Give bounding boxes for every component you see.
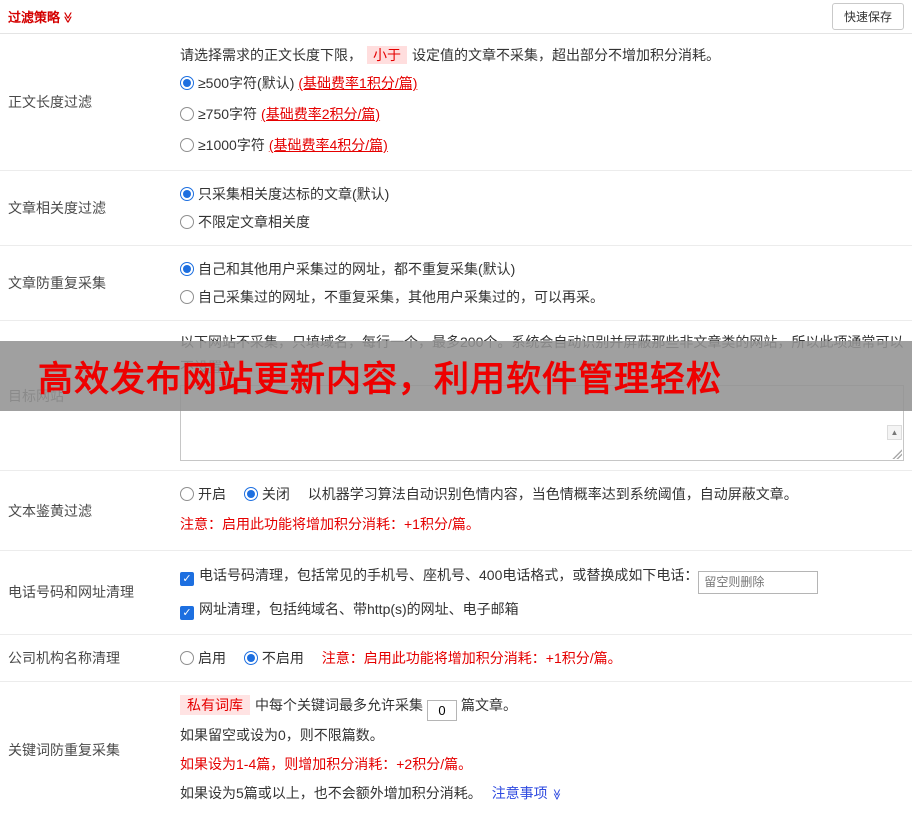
radio-label: 启用 <box>198 650 226 666</box>
notes-link[interactable]: 注意事项≫ <box>492 785 562 801</box>
length-description: 请选择需求的正文长度下限， 小于设定值的文章不采集，超出部分不增加积分消耗。 <box>180 43 904 68</box>
radio-label: 不启用 <box>262 650 304 666</box>
ad-overlay-text: 高效发布网站更新内容，利用软件管理轻松 <box>38 351 722 402</box>
scrollbar-up-icon[interactable]: ▲ <box>887 425 902 440</box>
porn-cost-note: 注意：启用此功能将增加积分消耗：+1积分/篇。 <box>180 508 904 541</box>
row-label-company: 公司机构名称清理 <box>0 635 178 681</box>
ad-overlay-banner: 高效发布网站更新内容，利用软件管理轻松 <box>0 341 912 411</box>
radio-option-porn-off[interactable]: 关闭 <box>244 486 290 502</box>
row-content-phone: 电话号码清理，包括常见的手机号、座机号、400电话格式，或替换成如下电话： 网址… <box>178 551 912 634</box>
keyword-line-3: 如果设为1-4篇，则增加积分消耗：+2积分/篇。 <box>180 750 904 779</box>
rate-note: (基础费率1积分/篇) <box>298 75 417 91</box>
radio-icon[interactable] <box>180 76 194 90</box>
quick-save-button[interactable]: 快速保存 <box>832 3 904 30</box>
row-length-filter: 正文长度过滤 请选择需求的正文长度下限， 小于设定值的文章不采集，超出部分不增加积… <box>0 34 912 171</box>
row-content-length: 请选择需求的正文长度下限， 小于设定值的文章不采集，超出部分不增加积分消耗。 ≥5… <box>178 34 912 170</box>
private-lexicon-tag[interactable]: 私有词库 <box>180 695 250 715</box>
row-relevance-filter: 文章相关度过滤 只采集相关度达标的文章(默认) 不限定文章相关度 <box>0 171 912 246</box>
radio-label: ≥750字符 <box>198 106 257 122</box>
row-content-keyword: 私有词库中每个关键词最多允许采集 篇文章。 如果留空或设为0，则不限篇数。 如果设… <box>178 682 912 818</box>
row-company-clean: 公司机构名称清理 启用 不启用 注意：启用此功能将增加积分消耗：+1积分/篇。 <box>0 635 912 682</box>
radio-icon[interactable] <box>180 651 194 665</box>
row-dedup-filter: 文章防重复采集 自己和其他用户采集过的网址，都不重复采集(默认) 自己采集过的网… <box>0 246 912 321</box>
radio-option-company-on[interactable]: 启用 <box>180 650 226 666</box>
radio-option-dedup-all[interactable]: 自己和其他用户采集过的网址，都不重复采集(默认) <box>180 255 904 283</box>
radio-option-company-off[interactable]: 不启用 <box>244 650 304 666</box>
row-phone-url-clean: 电话号码和网址清理 电话号码清理，包括常见的手机号、座机号、400电话格式，或替… <box>0 551 912 635</box>
notes-link-text: 注意事项 <box>492 785 548 801</box>
checkbox-icon[interactable] <box>180 572 194 586</box>
row-content-relevance: 只采集相关度达标的文章(默认) 不限定文章相关度 <box>178 171 912 245</box>
radio-icon[interactable] <box>180 262 194 276</box>
radio-label: 自己采集过的网址，不重复采集，其他用户采集过的，可以再采。 <box>198 289 604 305</box>
radio-icon[interactable] <box>180 107 194 121</box>
radio-option-750[interactable]: ≥750字符(基础费率2积分/篇) <box>180 99 904 130</box>
radio-label: 关闭 <box>262 486 290 502</box>
row-label-keyword: 关键词防重复采集 <box>0 682 178 818</box>
radio-option-1000[interactable]: ≥1000字符(基础费率4积分/篇) <box>180 130 904 161</box>
radio-icon[interactable] <box>180 215 194 229</box>
row-content-porn: 开启 关闭 以机器学习算法自动识别色情内容，当色情概率达到系统阈值，自动屏蔽文章… <box>178 471 912 550</box>
row-keyword-dedup: 关键词防重复采集 私有词库中每个关键词最多允许采集 篇文章。 如果留空或设为0，则… <box>0 682 912 818</box>
checkbox-label: 网址清理，包括纯域名、带http(s)的网址、电子邮箱 <box>199 601 519 617</box>
keyword-line4-text: 如果设为5篇或以上，也不会额外增加积分消耗。 <box>180 785 482 801</box>
keyword-count-input[interactable] <box>427 700 457 721</box>
row-content-company: 启用 不启用 注意：启用此功能将增加积分消耗：+1积分/篇。 <box>178 635 912 681</box>
radio-label: 开启 <box>198 486 226 502</box>
row-label-phone: 电话号码和网址清理 <box>0 551 178 634</box>
keyword-line-2: 如果留空或设为0，则不限篇数。 <box>180 721 904 750</box>
rate-note: (基础费率2积分/篇) <box>261 106 380 122</box>
checkbox-url-clean[interactable]: 网址清理，包括纯域名、带http(s)的网址、电子邮箱 <box>180 594 904 625</box>
porn-options-line: 开启 关闭 以机器学习算法自动识别色情内容，当色情概率达到系统阈值，自动屏蔽文章… <box>180 480 904 508</box>
row-label-relevance: 文章相关度过滤 <box>0 171 178 245</box>
radio-icon[interactable] <box>180 187 194 201</box>
radio-icon[interactable] <box>244 651 258 665</box>
radio-icon[interactable] <box>244 487 258 501</box>
keyword-line1-pre: 中每个关键词最多允许采集 <box>255 697 423 713</box>
rate-note: (基础费率4积分/篇) <box>269 137 388 153</box>
radio-option-relevance-strict[interactable]: 只采集相关度达标的文章(默认) <box>180 180 904 208</box>
row-content-dedup: 自己和其他用户采集过的网址，都不重复采集(默认) 自己采集过的网址，不重复采集，… <box>178 246 912 320</box>
page-title[interactable]: 过滤策略≫ <box>8 7 74 26</box>
company-cost-note: 注意：启用此功能将增加积分消耗：+1积分/篇。 <box>322 650 622 666</box>
radio-option-porn-on[interactable]: 开启 <box>180 486 226 502</box>
desc-text-post: 设定值的文章不采集，超出部分不增加积分消耗。 <box>412 47 720 63</box>
radio-icon[interactable] <box>180 487 194 501</box>
highlight-lessthan: 小于 <box>367 46 407 64</box>
keyword-line-4: 如果设为5篇或以上，也不会额外增加积分消耗。 注意事项≫ <box>180 779 904 809</box>
checkbox-phone-clean[interactable]: 电话号码清理，包括常见的手机号、座机号、400电话格式，或替换成如下电话： <box>180 560 904 594</box>
radio-label: 不限定文章相关度 <box>198 214 310 230</box>
radio-icon[interactable] <box>180 138 194 152</box>
row-label-length: 正文长度过滤 <box>0 34 178 170</box>
porn-description: 以机器学习算法自动识别色情内容，当色情概率达到系统阈值，自动屏蔽文章。 <box>308 486 798 502</box>
chevron-down-icon: ≫ <box>541 788 570 800</box>
keyword-line1-post: 篇文章。 <box>461 697 517 713</box>
row-label-porn: 文本鉴黄过滤 <box>0 471 178 550</box>
radio-label: 自己和其他用户采集过的网址，都不重复采集(默认) <box>198 261 515 277</box>
row-label-dedup: 文章防重复采集 <box>0 246 178 320</box>
radio-option-relevance-any[interactable]: 不限定文章相关度 <box>180 208 904 236</box>
company-options-line: 启用 不启用 注意：启用此功能将增加积分消耗：+1积分/篇。 <box>180 644 904 672</box>
radio-label: 只采集相关度达标的文章(默认) <box>198 186 389 202</box>
radio-label: ≥500字符(默认) <box>198 75 294 91</box>
radio-option-dedup-self[interactable]: 自己采集过的网址，不重复采集，其他用户采集过的，可以再采。 <box>180 283 904 311</box>
desc-text-pre: 请选择需求的正文长度下限， <box>180 47 362 63</box>
radio-option-500[interactable]: ≥500字符(默认)(基础费率1积分/篇) <box>180 68 904 99</box>
phone-replace-input[interactable] <box>698 571 818 594</box>
keyword-line-1: 私有词库中每个关键词最多允许采集 篇文章。 <box>180 691 904 721</box>
radio-icon[interactable] <box>180 290 194 304</box>
topbar: 过滤策略≫ 快速保存 <box>0 0 912 34</box>
page-title-text: 过滤策略 <box>8 10 60 25</box>
radio-label: ≥1000字符 <box>198 137 265 153</box>
row-porn-filter: 文本鉴黄过滤 开启 关闭 以机器学习算法自动识别色情内容，当色情概率达到系统阈值… <box>0 471 912 551</box>
checkbox-label: 电话号码清理，包括常见的手机号、座机号、400电话格式，或替换成如下电话： <box>199 567 698 583</box>
checkbox-icon[interactable] <box>180 606 194 620</box>
chevron-down-icon: ≫ <box>61 12 74 24</box>
resize-grip-icon[interactable] <box>892 449 902 459</box>
